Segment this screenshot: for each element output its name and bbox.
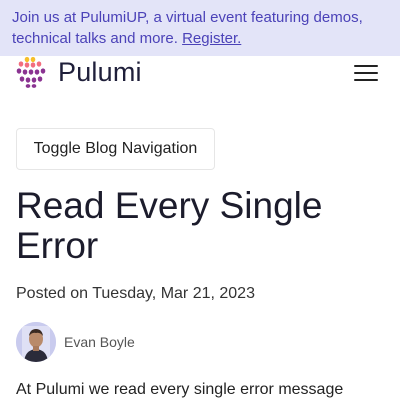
register-link[interactable]: Register. — [182, 30, 241, 47]
post-intro: At Pulumi we read every single error mes… — [16, 381, 344, 398]
hamburger-menu-icon[interactable] — [352, 62, 380, 84]
avatar[interactable] — [16, 322, 56, 362]
site-header: Pulumi — [0, 56, 400, 92]
toggle-blog-navigation-button[interactable]: Toggle Blog Navigation — [16, 128, 215, 170]
post-title: Read Every Single Error — [16, 185, 323, 266]
author-photo-icon — [16, 322, 56, 362]
announcement-banner: Join us at PulumiUP, a virtual event fea… — [0, 0, 400, 56]
post-date: Posted on Tuesday, Mar 21, 2023 — [16, 285, 255, 302]
pulumi-logo-icon[interactable] — [16, 56, 48, 88]
author-name[interactable]: Evan Boyle — [64, 333, 135, 351]
brand-name[interactable]: Pulumi — [58, 56, 142, 88]
